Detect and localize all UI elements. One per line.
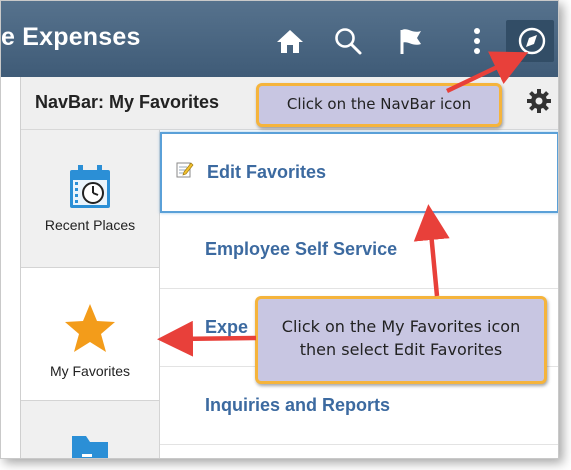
- home-icon[interactable]: [273, 23, 307, 59]
- list-item-employee-self-service[interactable]: Employee Self Service: [160, 211, 558, 289]
- callout-line: Click on the My Favorites icon: [281, 317, 521, 336]
- callout-my-favorites: Click on the My Favorites icon then sele…: [255, 296, 547, 384]
- list-item-label: Inquiries and Reports: [205, 395, 391, 415]
- sidebar-item-recent-places[interactable]: Recent Places: [21, 130, 159, 267]
- sidebar-item-label: My Favorites: [49, 363, 131, 379]
- list-item-edit-favorites[interactable]: Edit Favorites: [160, 132, 558, 213]
- folder-icon: [21, 432, 159, 458]
- app-window: e Expenses NavBar: My Favorites Recent P…: [0, 0, 559, 459]
- list-item-label: Expe: [205, 317, 249, 337]
- sidebar-item-label: Recent Places: [44, 217, 136, 233]
- more-vertical-icon[interactable]: [467, 23, 487, 59]
- gear-icon[interactable]: [526, 88, 552, 119]
- calendar-clock-icon: [21, 162, 159, 217]
- sidebar-item-folder[interactable]: [21, 400, 159, 458]
- navbar-panel: NavBar: My Favorites Recent Places My Fa…: [20, 77, 558, 458]
- navbar-compass-icon: [518, 27, 546, 55]
- callout-navbar: Click on the NavBar icon: [256, 83, 502, 127]
- navbar-button[interactable]: [506, 20, 554, 62]
- star-icon: [21, 302, 159, 359]
- flag-icon[interactable]: [393, 23, 427, 59]
- sidebar-item-my-favorites[interactable]: My Favorites: [21, 267, 159, 401]
- search-icon[interactable]: [331, 23, 365, 59]
- edit-icon: [176, 160, 194, 183]
- list-item-label: Employee Self Service: [205, 239, 398, 259]
- callout-line: then select Edit Favorites: [299, 340, 503, 359]
- callout-text: Click on the NavBar icon: [286, 95, 472, 113]
- panel-title: NavBar: My Favorites: [35, 92, 220, 112]
- app-title: e Expenses: [1, 23, 141, 51]
- list-item-label: Edit Favorites: [207, 162, 327, 182]
- callout-text-block: Click on the My Favorites icon then sele…: [258, 315, 544, 361]
- top-bar: e Expenses: [1, 1, 558, 77]
- navbar-sidebar: Recent Places My Favorites: [21, 130, 160, 458]
